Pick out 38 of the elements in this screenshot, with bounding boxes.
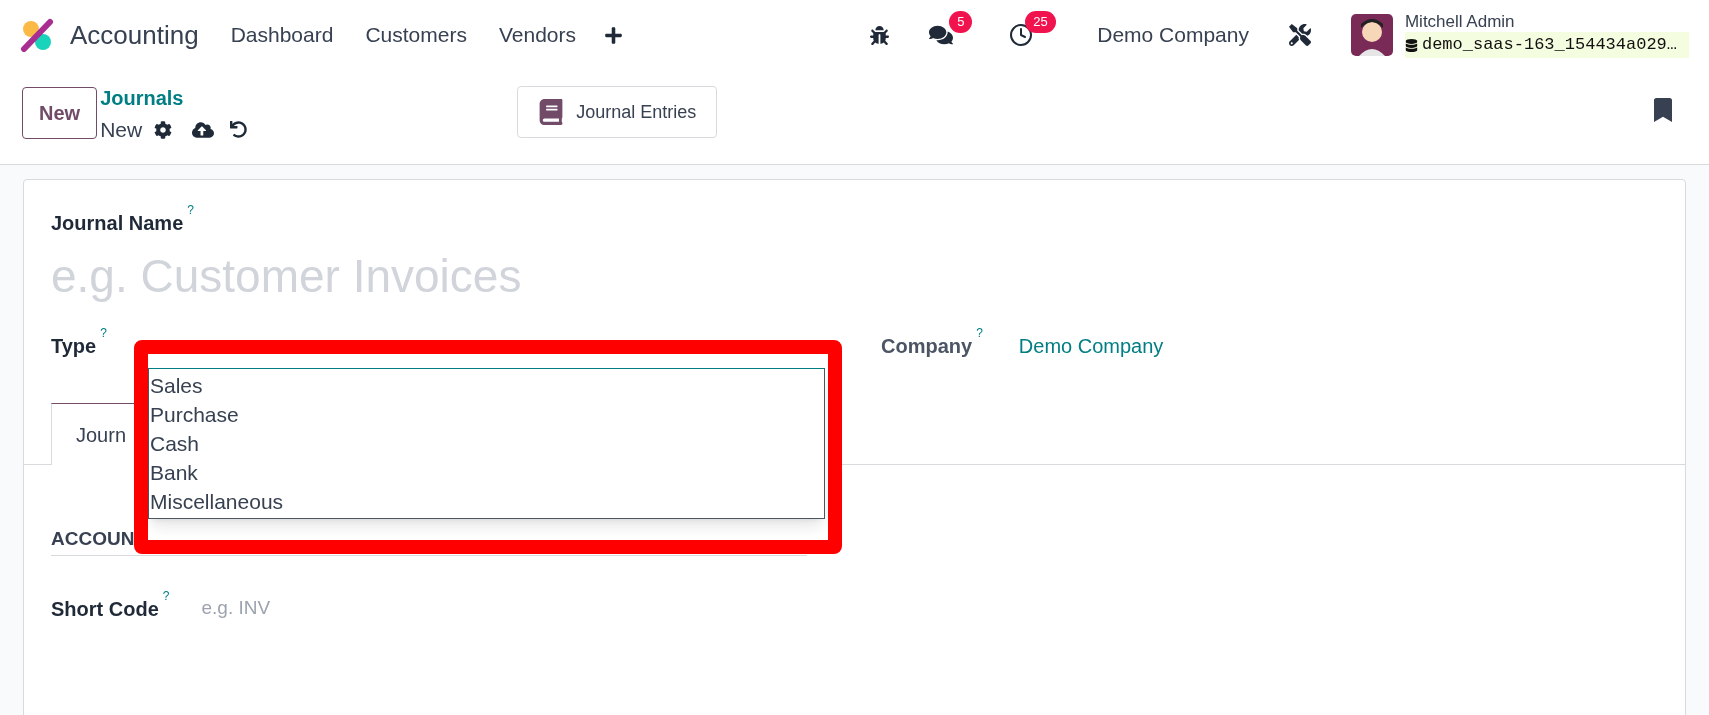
database-icon (1404, 38, 1418, 52)
debug-icon[interactable] (870, 25, 890, 45)
breadcrumb-current: New (100, 117, 143, 143)
clock-icon[interactable] (1009, 23, 1034, 47)
bookmark-icon[interactable] (1651, 98, 1675, 122)
settings-icon[interactable] (154, 120, 173, 139)
app-name[interactable]: Accounting (70, 15, 199, 55)
help-mark[interactable]: ? (100, 325, 107, 341)
help-mark[interactable]: ? (976, 325, 983, 341)
messages-badge: 5 (949, 11, 973, 33)
avatar-icon[interactable] (1350, 14, 1393, 56)
user-name[interactable]: Mitchell Admin (1404, 12, 1689, 33)
app-logo-icon (20, 18, 54, 52)
menu-item[interactable]: Customers (365, 19, 467, 51)
database-label: demo_saas-163_154434a029… (1404, 32, 1689, 58)
discard-icon[interactable] (230, 121, 248, 139)
field-label: Journal Name (51, 211, 184, 236)
add-icon[interactable] (604, 25, 623, 45)
tools-icon[interactable] (1288, 24, 1311, 46)
type-dropdown-list[interactable]: Sales Purchase Cash Bank Miscellaneous (148, 368, 825, 519)
help-mark[interactable]: ? (187, 202, 194, 218)
dropdown-option[interactable]: Miscellaneous (149, 487, 824, 516)
menu-item[interactable]: Vendors (498, 19, 576, 51)
activities-badge: 25 (1025, 11, 1056, 33)
journal-entries-button[interactable]: Journal Entries (517, 86, 718, 138)
short-code-field[interactable]: e.g. INV (201, 594, 502, 623)
company-switcher[interactable]: Demo Company (1097, 19, 1249, 51)
book-icon (538, 99, 565, 125)
company-link[interactable]: Demo Company (1018, 331, 1164, 361)
new-button[interactable]: New (22, 87, 98, 139)
dropdown-option[interactable]: Sales (149, 371, 824, 400)
field-label: Company (881, 334, 973, 359)
chat-icon[interactable] (929, 23, 954, 47)
breadcrumb-link[interactable]: Journals (100, 86, 248, 110)
field-label: Type (51, 334, 97, 359)
field-label: Short Code (51, 597, 159, 622)
menu-item[interactable]: Dashboard (230, 19, 334, 51)
help-mark[interactable]: ? (162, 588, 170, 604)
